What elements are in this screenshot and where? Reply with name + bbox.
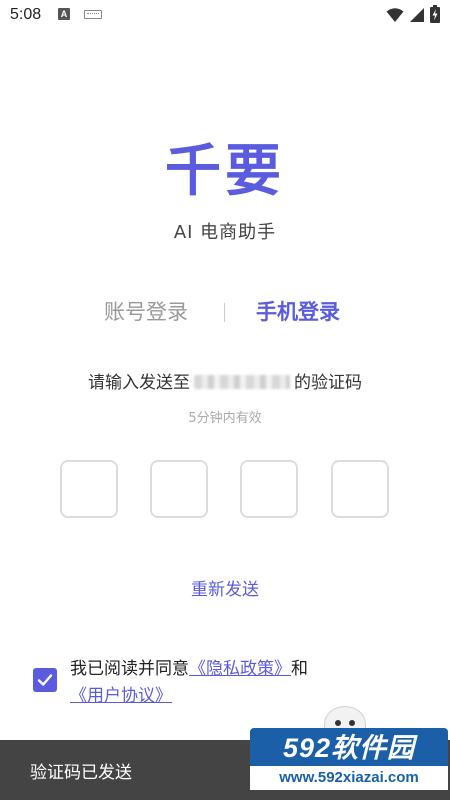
login-method-tabs: 账号登录 手机登录	[0, 296, 450, 332]
login-screen: 5:08 A 千要 AI 电商助手 账号登录 手机登录 请输入发送至 的验证码 5…	[0, 0, 450, 800]
resend-code-button[interactable]: 重新发送	[0, 575, 450, 600]
checkmark-icon	[37, 674, 53, 686]
validity-hint: 5分钟内有效	[188, 411, 262, 426]
agreement-conjunction: 和	[291, 659, 308, 679]
tab-phone-login[interactable]: 手机登录	[256, 296, 340, 328]
prompt-prefix: 请输入发送至	[88, 373, 190, 393]
code-digit-1[interactable]	[60, 460, 118, 518]
code-digit-2[interactable]	[150, 460, 208, 518]
prompt-suffix: 的验证码	[294, 373, 362, 393]
code-digit-4[interactable]	[331, 460, 389, 518]
agreement-prefix: 我已阅读并同意	[70, 659, 189, 679]
verification-prompt: 请输入发送至 的验证码	[0, 368, 450, 393]
keyboard-icon	[84, 10, 102, 19]
watermark-url: www.592xiazai.com	[250, 766, 448, 790]
signal-icon	[410, 8, 424, 22]
agreement-text: 我已阅读并同意《隐私政策》和《用户协议》	[70, 656, 360, 710]
user-agreement-link[interactable]: 《用户协议》	[70, 686, 172, 706]
battery-charging-icon	[430, 5, 440, 23]
app-title: 千要	[165, 139, 285, 204]
tab-account-login[interactable]: 账号登录	[104, 296, 188, 328]
status-time: 5:08	[10, 6, 42, 23]
app-subtitle: AI 电商助手	[173, 222, 277, 243]
privacy-policy-link[interactable]: 《隐私政策》	[189, 659, 291, 679]
status-bar: 5:08 A	[0, 0, 450, 32]
agreement-checkbox[interactable]	[33, 668, 57, 692]
a-notification-icon: A	[58, 8, 70, 20]
tab-divider	[224, 303, 225, 322]
watermark-logo: 592软件园	[250, 728, 448, 768]
toast-message: 验证码已发送	[30, 763, 132, 783]
wifi-icon	[386, 8, 404, 22]
code-digit-3[interactable]	[240, 460, 298, 518]
masked-phone-number	[194, 375, 290, 389]
site-watermark: 592软件园 www.592xiazai.com	[248, 706, 448, 796]
